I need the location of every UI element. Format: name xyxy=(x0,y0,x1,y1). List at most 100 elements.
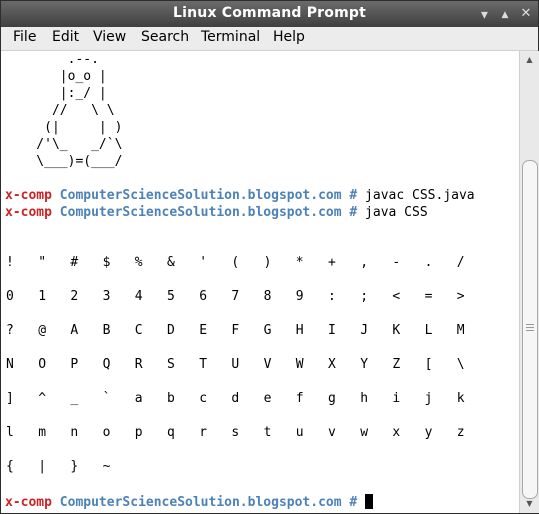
output-char: ) xyxy=(263,255,272,270)
output-char: t xyxy=(263,425,272,440)
output-char: I xyxy=(328,323,336,338)
maximize-icon: ▲ xyxy=(501,10,509,20)
output-char: - xyxy=(392,255,401,270)
output-char: G xyxy=(263,323,272,338)
maximize-button[interactable]: ▲ xyxy=(497,6,513,22)
output-char: } xyxy=(70,459,79,474)
output-char: 8 xyxy=(263,289,272,304)
output-char: > xyxy=(456,289,465,304)
output-char: ! xyxy=(6,255,14,270)
output-char: i xyxy=(392,391,401,406)
output-char: @ xyxy=(38,323,47,338)
output-char: a xyxy=(134,391,143,406)
output-char: 9 xyxy=(295,289,304,304)
output-char: w xyxy=(360,425,369,440)
vertical-scrollbar[interactable]: ▲ ▼ xyxy=(519,51,539,513)
output-char: 1 xyxy=(38,289,47,304)
menu-search[interactable]: Search xyxy=(141,29,189,45)
output-char: , xyxy=(360,255,369,270)
command-text: javac CSS.java xyxy=(365,188,475,203)
title-bar[interactable]: Linux Command Prompt ▲ ▲ ✕ xyxy=(1,1,538,27)
output-char: u xyxy=(295,425,304,440)
prompt-symbol: # xyxy=(349,188,358,203)
menu-edit[interactable]: Edit xyxy=(52,29,79,45)
scrollbar-thumb[interactable] xyxy=(522,160,538,499)
minimize-button[interactable]: ▲ xyxy=(476,6,492,22)
command-text: java CSS xyxy=(365,205,428,220)
output-char: m xyxy=(38,425,47,440)
output-char: f xyxy=(295,391,304,406)
output-char: % xyxy=(134,255,143,270)
output-char: k xyxy=(456,391,465,406)
grip-line xyxy=(526,327,534,328)
output-char: L xyxy=(424,323,433,338)
grip-line xyxy=(526,324,534,325)
output-char: \ xyxy=(456,357,465,372)
output-char: z xyxy=(456,425,465,440)
output-char: < xyxy=(392,289,401,304)
scroll-up-icon[interactable]: ▲ xyxy=(520,53,539,67)
output-char: + xyxy=(328,255,336,270)
output-char: ^ xyxy=(38,391,47,406)
menu-terminal[interactable]: Terminal xyxy=(201,29,260,45)
menu-help[interactable]: Help xyxy=(273,29,305,45)
menu-bar: File Edit View Search Terminal Help xyxy=(1,27,538,51)
menu-file[interactable]: File xyxy=(13,29,36,45)
prompt-line: x-comp ComputerScienceSolution.blogspot.… xyxy=(5,205,428,221)
text-cursor xyxy=(365,494,374,509)
output-char: p xyxy=(134,425,143,440)
output-char: ; xyxy=(360,289,369,304)
prompt-host: ComputerScienceSolution.blogspot.com xyxy=(59,188,342,203)
output-char: " xyxy=(38,255,47,270)
output-char: y xyxy=(424,425,433,440)
output-char: = xyxy=(424,289,433,304)
output-char: & xyxy=(167,255,175,270)
terminal-area[interactable]: .--. |o_o | |:_/ | // \ \ (| | ) /'\_ _/… xyxy=(1,51,520,513)
output-char: C xyxy=(134,323,143,338)
output-char: J xyxy=(360,323,369,338)
scroll-down-icon[interactable]: ▼ xyxy=(520,497,539,511)
output-char: U xyxy=(231,357,240,372)
output-char: / xyxy=(456,255,465,270)
output-char: | xyxy=(38,459,47,474)
prompt-host: ComputerScienceSolution.blogspot.com xyxy=(59,495,342,510)
output-char: N xyxy=(6,357,14,372)
output-char: ( xyxy=(231,255,240,270)
output-char: S xyxy=(167,357,175,372)
ascii-art-line: (| | ) xyxy=(5,120,123,135)
output-char: . xyxy=(424,255,433,270)
prompt-host: ComputerScienceSolution.blogspot.com xyxy=(59,205,342,220)
menu-view[interactable]: View xyxy=(93,29,126,45)
output-char: H xyxy=(295,323,304,338)
terminal-window: Linux Command Prompt ▲ ▲ ✕ File Edit Vie… xyxy=(0,0,539,514)
ascii-art-line: |o_o | xyxy=(5,69,107,84)
output-char: 2 xyxy=(70,289,79,304)
prompt-symbol: # xyxy=(349,205,358,220)
prompt-user: x-comp xyxy=(5,205,52,220)
output-char: $ xyxy=(102,255,111,270)
output-char: _ xyxy=(70,391,79,406)
output-char: D xyxy=(167,323,175,338)
output-char: j xyxy=(424,391,433,406)
output-char: * xyxy=(295,255,304,270)
output-char: v xyxy=(328,425,336,440)
output-char: B xyxy=(102,323,111,338)
output-char: Q xyxy=(102,357,111,372)
window-title: Linux Command Prompt xyxy=(172,5,367,21)
output-char: M xyxy=(456,323,465,338)
output-char: R xyxy=(134,357,143,372)
output-char: K xyxy=(392,323,401,338)
prompt-symbol: # xyxy=(349,495,358,510)
output-char: s xyxy=(231,425,240,440)
close-button[interactable]: ✕ xyxy=(518,6,534,22)
ascii-art-line: |:_/ | xyxy=(5,86,107,101)
output-char: q xyxy=(167,425,175,440)
output-char: E xyxy=(199,323,208,338)
output-char: ? xyxy=(6,323,14,338)
output-char: 7 xyxy=(231,289,240,304)
output-char: [ xyxy=(424,357,433,372)
prompt-user: x-comp xyxy=(5,495,52,510)
output-char: V xyxy=(263,357,272,372)
output-char: T xyxy=(199,357,208,372)
output-char: # xyxy=(70,255,79,270)
